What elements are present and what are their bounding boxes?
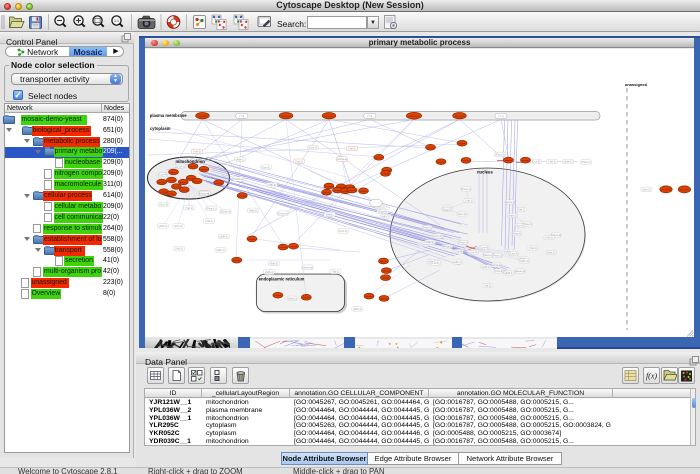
svg-text:(Yal-1): (Yal-1): [295, 159, 303, 163]
svg-text:(Gene-a): (Gene-a): [302, 265, 313, 269]
svg-text:(Adh-1): (Adh-1): [564, 160, 573, 164]
svg-text:unassigned: unassigned: [625, 82, 648, 87]
svg-text:(Yal-1): (Yal-1): [517, 208, 525, 212]
svg-text:(Yal-1): (Yal-1): [185, 206, 193, 210]
svg-text:nucleus: nucleus: [477, 170, 493, 175]
svg-text:(Cox-4): (Cox-4): [309, 146, 318, 150]
svg-text:(Adh-1): (Adh-1): [547, 251, 556, 255]
svg-text:(Gcv-2): (Gcv-2): [174, 224, 183, 228]
svg-text:(Pma-1): (Pma-1): [461, 187, 471, 191]
svg-text:(Adh-1): (Adh-1): [216, 248, 225, 252]
svg-text:(Gcv-2): (Gcv-2): [434, 234, 443, 238]
svg-text:(Yal-1): (Yal-1): [332, 270, 340, 274]
svg-text:(Adh-1): (Adh-1): [428, 260, 437, 264]
svg-text:(Gcv-2): (Gcv-2): [458, 212, 467, 216]
svg-text:(Adh-1): (Adh-1): [249, 209, 258, 213]
svg-text:(Pma-1): (Pma-1): [458, 241, 468, 245]
svg-text:(Gene-a): (Gene-a): [337, 157, 348, 161]
svg-text:plasma membrane: plasma membrane: [150, 113, 187, 118]
svg-text:(Yal-1): (Yal-1): [529, 246, 537, 250]
svg-text:(Adh-1): (Adh-1): [353, 307, 362, 311]
svg-text:(Adh-1): (Adh-1): [159, 224, 168, 228]
svg-text:1:1: 1:1: [114, 19, 119, 23]
svg-text:(Gene-a): (Gene-a): [277, 211, 288, 215]
svg-text:(Pma-1): (Pma-1): [443, 245, 453, 249]
svg-text:(Yal-1): (Yal-1): [348, 147, 356, 151]
svg-text:(Pma-1): (Pma-1): [512, 232, 522, 236]
svg-text:(Adh-1): (Adh-1): [236, 157, 245, 161]
svg-text:(Gcv-2): (Gcv-2): [642, 188, 651, 192]
svg-text:(Yal-1): (Yal-1): [465, 199, 473, 203]
svg-text:(Adh-1): (Adh-1): [482, 265, 491, 269]
svg-text:(Gene-a): (Gene-a): [505, 200, 516, 204]
svg-text:(Gene-a): (Gene-a): [220, 210, 231, 214]
svg-text:(Pma-1): (Pma-1): [206, 207, 216, 211]
svg-text:(Pma-1): (Pma-1): [581, 160, 591, 164]
svg-text:(Cox-4): (Cox-4): [469, 251, 478, 255]
svg-text:(Gene-a): (Gene-a): [199, 192, 210, 196]
svg-text:(Adh-1): (Adh-1): [505, 271, 514, 275]
svg-text:(Cox-4): (Cox-4): [480, 246, 489, 250]
svg-text:(Pma-1): (Pma-1): [422, 226, 432, 230]
svg-text:(Gene-a): (Gene-a): [491, 263, 502, 267]
svg-text:endoplasmic reticulum: endoplasmic reticulum: [259, 276, 305, 281]
svg-text:(Adh-1): (Adh-1): [269, 262, 278, 266]
svg-text:(Adh-1): (Adh-1): [508, 214, 517, 218]
svg-text:(Yal-1): (Yal-1): [548, 160, 556, 164]
svg-text:(Cox-4): (Cox-4): [454, 250, 463, 254]
svg-text:(Cox-4): (Cox-4): [158, 173, 167, 177]
svg-text:(Yal-1): (Yal-1): [193, 150, 201, 154]
svg-text:(Cox-4): (Cox-4): [378, 210, 387, 214]
svg-text:cytoplasm: cytoplasm: [150, 126, 171, 131]
svg-text:(Y-l): (Y-l): [239, 114, 244, 118]
svg-text:(Cox-4): (Cox-4): [509, 252, 518, 256]
svg-text:(Gene-a): (Gene-a): [515, 269, 526, 273]
svg-text:(Yal-1): (Yal-1): [484, 284, 492, 288]
svg-text:(Adh-1): (Adh-1): [265, 270, 274, 274]
svg-text:(Y-l): (Y-l): [367, 114, 372, 118]
svg-text:f(x): f(x): [646, 372, 657, 381]
svg-text:(Gcv-2): (Gcv-2): [159, 203, 168, 207]
svg-text:(Adh-1): (Adh-1): [288, 296, 297, 300]
svg-text:(Gcv-2): (Gcv-2): [515, 224, 524, 228]
svg-text:(Adh-1): (Adh-1): [220, 235, 229, 239]
svg-text:(Yal-1): (Yal-1): [205, 219, 213, 223]
svg-text:(Yal-1): (Yal-1): [545, 236, 553, 240]
svg-text:(Adh-1): (Adh-1): [267, 183, 276, 187]
svg-text:(Y-l): (Y-l): [498, 114, 503, 118]
svg-text:(Yal-1): (Yal-1): [175, 247, 183, 251]
svg-text:(Gcv-2): (Gcv-2): [532, 160, 541, 164]
svg-text:(Cox-4): (Cox-4): [339, 229, 348, 233]
svg-text:(Cox-4): (Cox-4): [494, 269, 503, 273]
svg-text:(Cox-4): (Cox-4): [419, 243, 428, 247]
svg-text:(Adh-1): (Adh-1): [520, 259, 529, 263]
svg-text:(Pma-1): (Pma-1): [492, 254, 502, 258]
svg-text:(Gcv-2): (Gcv-2): [261, 165, 270, 169]
svg-text:(Gene-a): (Gene-a): [233, 177, 244, 181]
svg-text:(Adh-1): (Adh-1): [453, 260, 462, 264]
svg-text:(Pma-1): (Pma-1): [495, 153, 505, 157]
svg-text:(Yal-1): (Yal-1): [177, 164, 185, 168]
svg-text:(Adh-1): (Adh-1): [381, 215, 390, 219]
svg-text:(Yal-1): (Yal-1): [326, 212, 334, 216]
